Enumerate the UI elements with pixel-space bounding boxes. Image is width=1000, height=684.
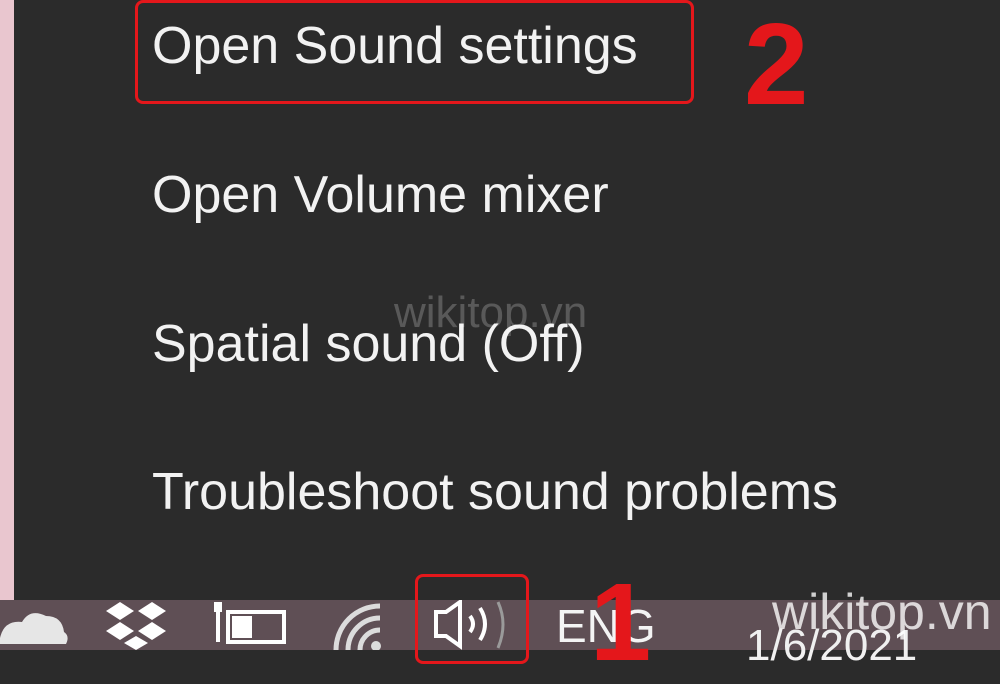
- step-number-1: 1: [590, 561, 652, 684]
- dropbox-icon[interactable]: [102, 600, 172, 650]
- watermark-corner: wikitop.vn: [772, 584, 992, 640]
- wifi-icon[interactable]: [330, 600, 400, 650]
- desktop-background-edge: [0, 0, 14, 600]
- highlight-box-step-2: [135, 0, 694, 104]
- battery-icon[interactable]: [210, 600, 290, 650]
- watermark-center: wikitop.vn: [394, 288, 588, 337]
- menu-item-troubleshoot-sound[interactable]: Troubleshoot sound problems: [152, 462, 838, 522]
- step-number-2: 2: [744, 0, 809, 129]
- onedrive-cloud-icon[interactable]: [0, 600, 70, 650]
- highlight-box-step-1: [415, 574, 529, 664]
- menu-item-open-volume-mixer[interactable]: Open Volume mixer: [152, 165, 609, 225]
